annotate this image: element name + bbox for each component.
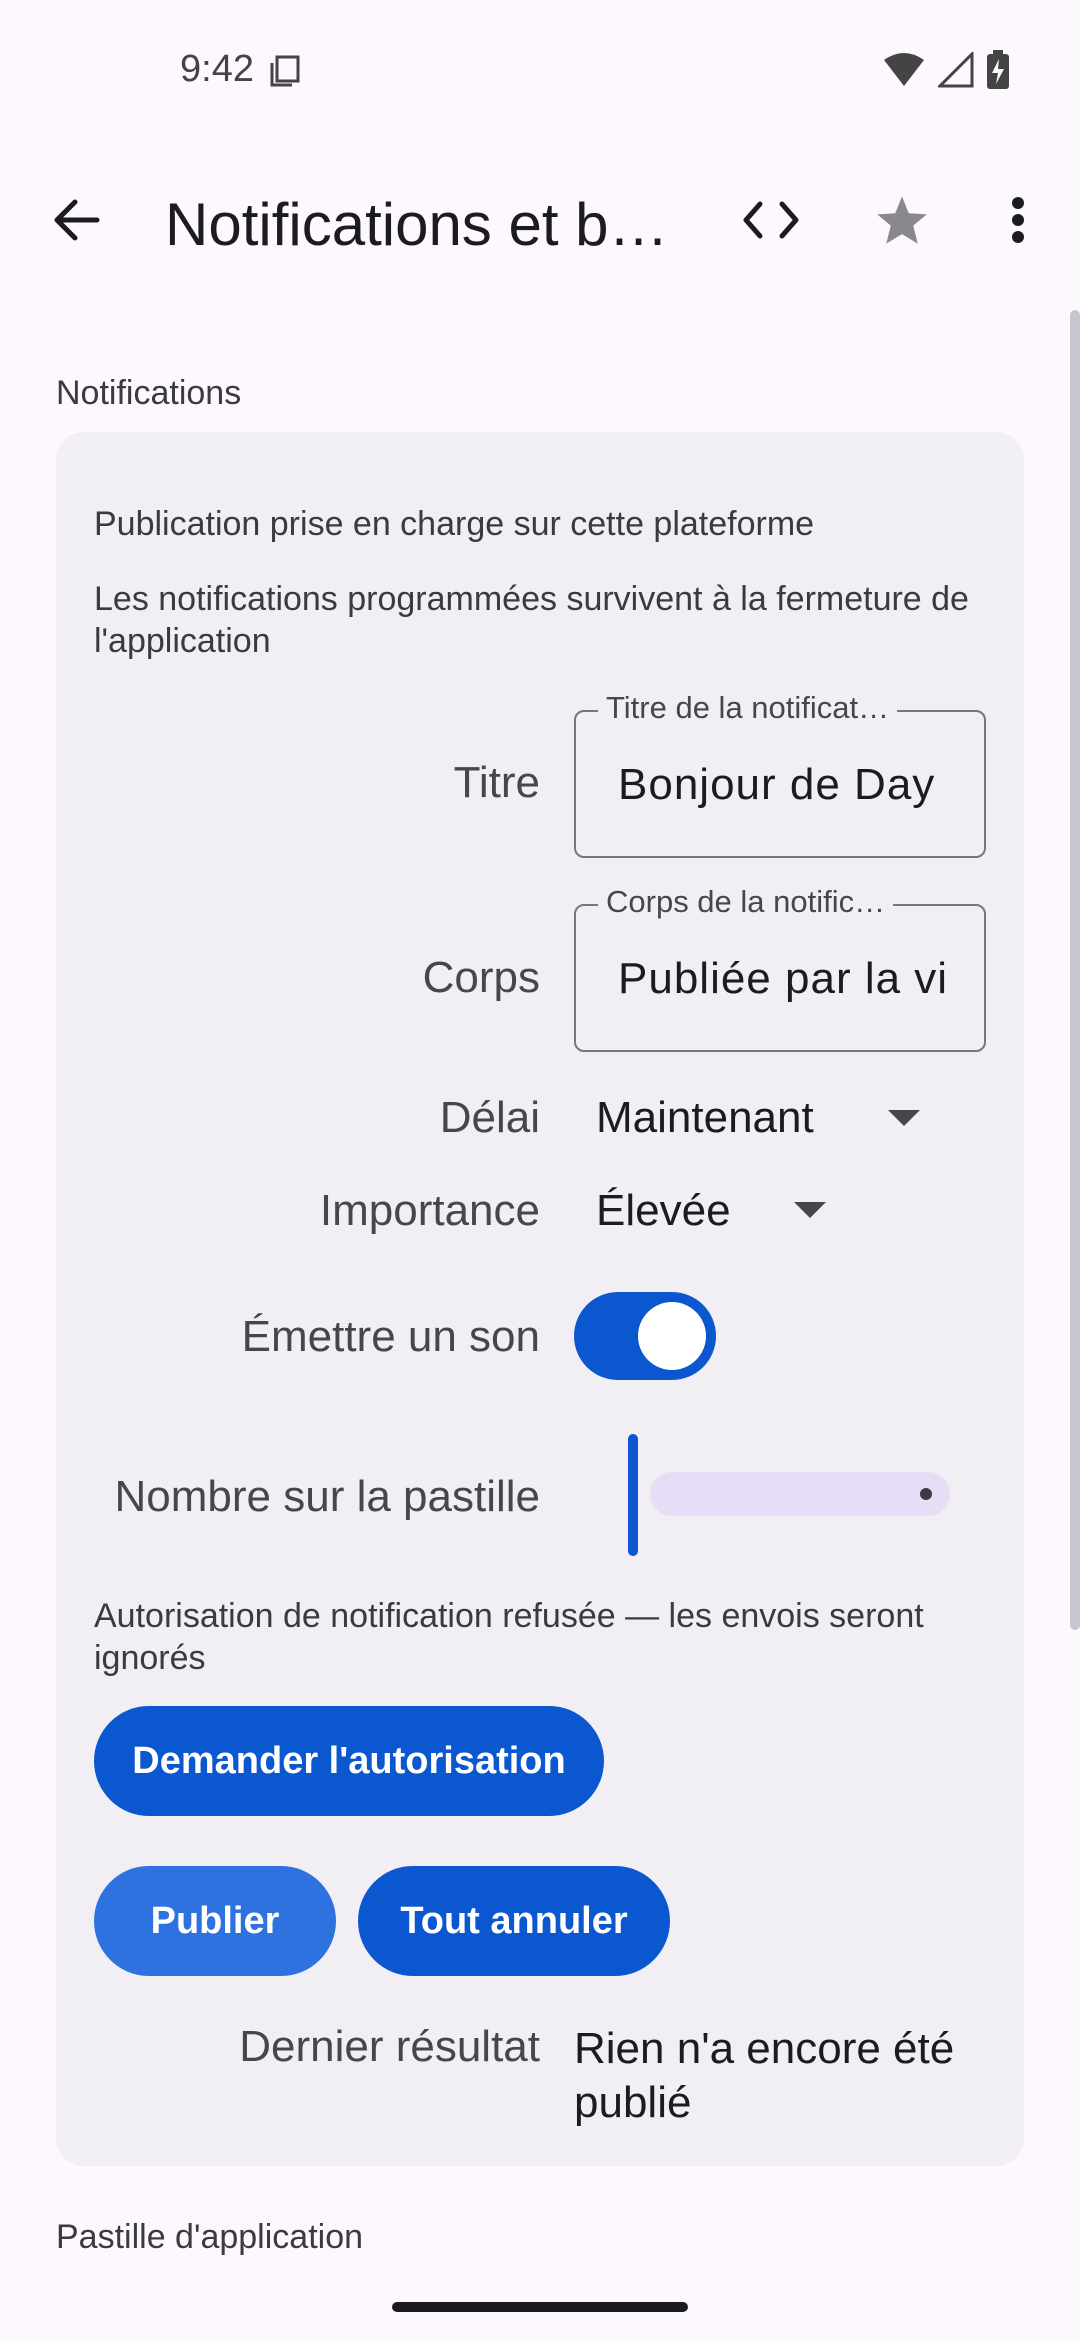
cell-signal-icon <box>936 50 974 93</box>
section-title-app-badge: Pastille d'application <box>56 2218 364 2256</box>
permission-denied-text: Autorisation de notification refusée — l… <box>94 1597 924 1677</box>
sound-toggle-knob <box>638 1302 706 1370</box>
notification-title-input[interactable]: Bonjour de Day <box>618 760 948 810</box>
notification-body-field[interactable]: Corps de la notific… Publiée par la vi <box>574 884 986 1052</box>
badge-count-label: Nombre sur la pastille <box>114 1472 541 1521</box>
back-arrow-icon <box>51 198 101 247</box>
sound-toggle[interactable] <box>574 1292 716 1380</box>
screenshot-notification-icon <box>268 54 300 87</box>
star-icon <box>875 194 929 251</box>
badge-count-slider-track[interactable] <box>650 1472 950 1516</box>
status-icons <box>882 50 1010 95</box>
notification-title-field[interactable]: Titre de la notificat… Bonjour de Day <box>574 690 986 858</box>
importance-dropdown-chevron-icon[interactable] <box>794 1202 826 1218</box>
sound-label: Émettre un son <box>241 1312 540 1361</box>
favorite-button[interactable] <box>866 186 938 258</box>
badge-count-slider-stop-indicator <box>920 1488 932 1500</box>
cancel-all-button[interactable]: Tout annuler <box>358 1866 670 1976</box>
page-title: Notifications et b… <box>165 191 669 258</box>
persistence-info-text: Les notifications programmées survivent … <box>94 580 969 660</box>
status-time: 9:42 <box>180 48 254 90</box>
scrollbar[interactable] <box>1070 310 1080 1630</box>
publish-button[interactable]: Publier <box>94 1866 336 1976</box>
body-label: Corps <box>422 953 540 1002</box>
notification-body-field-label: Corps de la notific… <box>598 884 894 920</box>
home-indicator[interactable] <box>392 2302 688 2312</box>
title-label: Titre <box>453 758 540 807</box>
badge-count-slider-handle[interactable] <box>628 1434 638 1556</box>
view-source-button[interactable] <box>735 186 807 258</box>
request-permission-button[interactable]: Demander l'autorisation <box>94 1706 604 1816</box>
notification-body-input[interactable]: Publiée par la vi <box>618 954 948 1004</box>
delay-label: Délai <box>439 1093 540 1142</box>
more-vert-icon <box>1011 196 1025 249</box>
wifi-icon <box>882 52 926 93</box>
battery-icon <box>986 50 1010 95</box>
more-options-button[interactable] <box>982 186 1054 258</box>
importance-dropdown[interactable]: Élevée <box>596 1186 731 1236</box>
last-result-label: Dernier résultat <box>239 2022 540 2071</box>
last-result-value: Rien n'a encore été publié <box>574 2024 955 2127</box>
back-button[interactable] <box>40 186 112 258</box>
notification-title-field-label: Titre de la notificat… <box>598 690 898 726</box>
section-title-notifications: Notifications <box>56 374 242 412</box>
code-icon <box>742 200 800 245</box>
delay-dropdown-chevron-icon[interactable] <box>888 1110 920 1126</box>
importance-label: Importance <box>319 1186 540 1235</box>
platform-support-text: Publication prise en charge sur cette pl… <box>94 505 815 543</box>
delay-dropdown[interactable]: Maintenant <box>596 1093 814 1143</box>
